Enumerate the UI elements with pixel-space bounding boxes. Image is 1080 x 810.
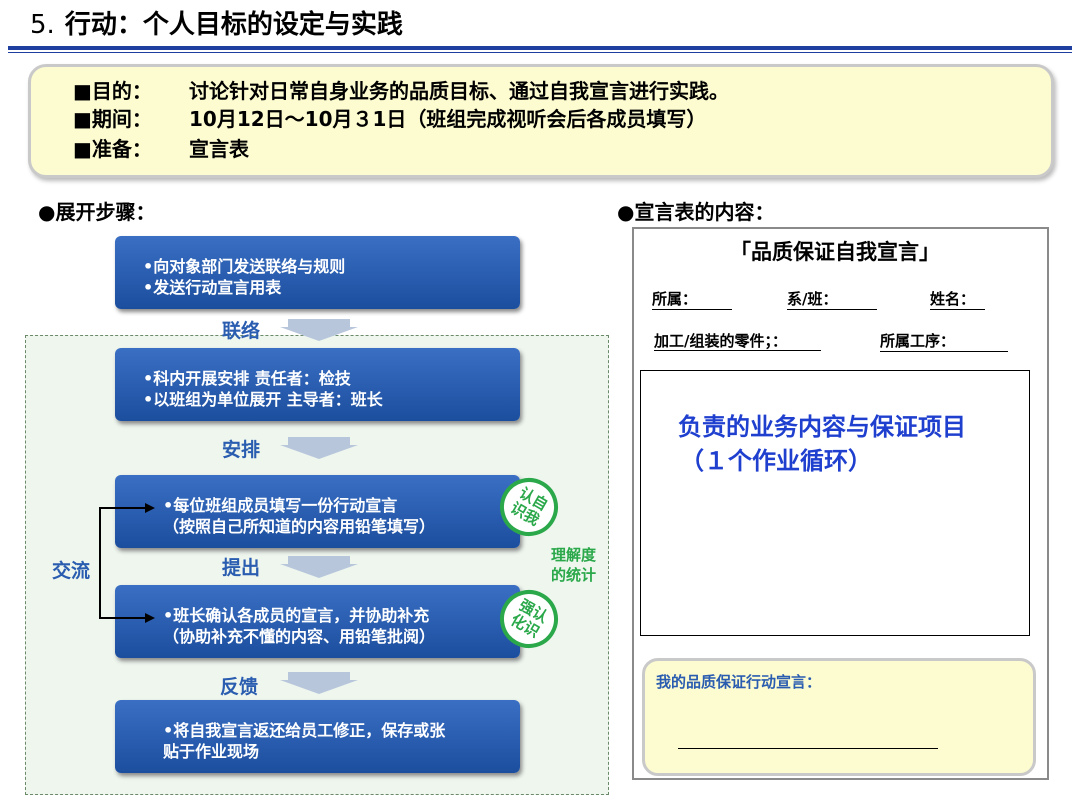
step-label-arrange: 安排 [222, 439, 261, 461]
step-line: •以班组为单位展开 主导者：班长 [143, 390, 383, 409]
box-line: （１个作业循环） [680, 447, 872, 475]
step-4: •班长确认各成员的宣言，并协助补充 （协助补充不懂的内容、用铅笔批阅） [115, 585, 520, 658]
field-label: 所属工序： [880, 330, 1008, 352]
field-label: 加工/组装的零件；： [654, 332, 821, 351]
step-5: •将自我宣言返还给员工修正，保存或张 贴于作业现场 [115, 700, 520, 773]
step-line: •将自我宣言返还给员工修正，保存或张 [163, 721, 446, 740]
step-line: •班长确认各成员的宣言，并协助补充 [163, 606, 430, 625]
step-2: •科内开展安排 责任者：检技 •以班组为单位展开 主导者：班长 [115, 348, 520, 421]
down-arrow-icon [280, 319, 358, 341]
step-1: •向对象部门发送联络与规则 •发送行动宣言用表 [115, 236, 520, 309]
box-line: 负责的业务内容与保证项目 [678, 413, 966, 441]
field-dept-team: 系/班： [787, 288, 877, 310]
exchange-bracket-arrow-icon [99, 503, 155, 623]
page-title: 5. 行动：个人目标的设定与实践 [30, 4, 403, 41]
section-title: 行动：个人目标的设定与实践 [64, 10, 403, 40]
field-label: 姓名： [930, 288, 985, 310]
declaration-line [678, 748, 938, 749]
step-line: 贴于作业现场 [163, 742, 260, 761]
field-label: 所属： [652, 288, 732, 310]
info-label: ■准备： [73, 137, 152, 161]
field-process: 所属工序： [880, 330, 1008, 352]
responsibility-text: 负责的业务内容与保证项目 （１个作业循环） [678, 410, 966, 478]
step-label-submit: 提出 [222, 557, 261, 579]
step-label-contact: 联络 [222, 320, 261, 342]
info-row-purpose: ■目的： 讨论针对日常自身业务的品质目标、通过自我宣言进行实践。 [73, 75, 729, 104]
stat-line: 理解度 [551, 546, 597, 564]
step-line: •每位班组成员填写一份行动宣言 [163, 496, 398, 515]
field-label: 系/班： [787, 288, 877, 310]
field-name: 姓名： [930, 288, 985, 310]
info-row-prep: ■准备： 宣言表 [73, 133, 249, 162]
step-line: •科内开展安排 责任者：检技 [143, 369, 351, 388]
field-part: 加工/组装的零件；： [654, 330, 821, 351]
understanding-stat-label: 理解度 的统计 [551, 545, 596, 585]
title-rule-thin [8, 52, 1072, 53]
info-text: 10月12日～10月３1日（班组完成视听会后各成员填写） [189, 107, 707, 131]
step-label-feedback: 反馈 [220, 676, 259, 698]
info-row-period: ■期间： 10月12日～10月３1日（班组完成视听会后各成员填写） [73, 103, 706, 132]
step-line: （按照自己所知道的内容用铅笔填写） [163, 517, 436, 536]
step-line: •向对象部门发送联络与规则 [143, 257, 346, 276]
down-arrow-icon [280, 556, 358, 578]
step-3: •每位班组成员填写一份行动宣言 （按照自己所知道的内容用铅笔填写） [115, 475, 520, 548]
step-line: •发送行动宣言用表 [143, 278, 282, 297]
info-label: ■期间： [73, 107, 152, 131]
field-affiliation: 所属： [652, 288, 732, 310]
down-arrow-icon [280, 672, 358, 694]
info-text: 宣言表 [189, 137, 249, 161]
info-label: ■目的： [73, 79, 152, 103]
steps-heading: ●展开步骤： [38, 200, 156, 224]
info-box: ■目的： 讨论针对日常自身业务的品质目标、通过自我宣言进行实践。 ■期间： 10月1… [28, 64, 1054, 178]
step-line: （协助补充不懂的内容、用铅笔批阅） [163, 627, 436, 646]
form-title: 「品质保证自我宣言」 [730, 240, 940, 264]
down-arrow-icon [280, 437, 358, 459]
info-text: 讨论针对日常自身业务的品质目标、通过自我宣言进行实践。 [189, 79, 729, 103]
form-heading: ●宣言表的内容： [617, 200, 775, 224]
stat-line: 的统计 [551, 566, 597, 584]
exchange-label: 交流 [52, 560, 91, 582]
title-rule [8, 46, 1072, 50]
declaration-label: 我的品质保证行动宣言： [656, 673, 822, 691]
section-number: 5. [30, 10, 55, 40]
